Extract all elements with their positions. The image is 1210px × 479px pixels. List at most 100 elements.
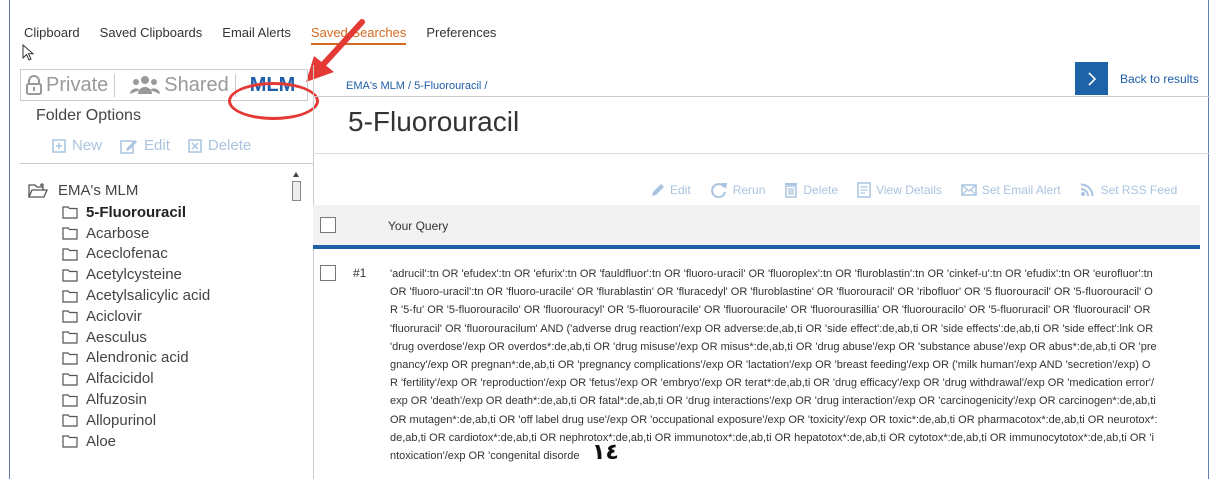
back-to-results-button[interactable]: Back to results [1075, 62, 1199, 95]
tree-item[interactable]: Aciclovir [28, 306, 288, 327]
folder-icon [62, 227, 78, 240]
folder-icon [62, 393, 78, 407]
tree-item[interactable]: Acarbose [28, 223, 288, 244]
set-rss-feed-label: Set RSS Feed [1100, 183, 1178, 197]
tree-item[interactable]: Alfacicidol [28, 368, 288, 389]
delete-box-icon [188, 138, 202, 153]
tree-item[interactable]: Aloe [28, 431, 288, 452]
set-email-alert-label: Set Email Alert [981, 183, 1061, 197]
divider [313, 153, 1210, 154]
tree-item-label: Acetylcysteine [86, 266, 182, 284]
refresh-icon [710, 183, 727, 198]
envelope-icon [961, 184, 977, 196]
edit-query-label: Edit [670, 183, 691, 197]
query-toolbar: Edit Rerun Delete View Details Set Email… [651, 182, 1196, 198]
top-nav: Clipboard Saved Clipboards Email Alerts … [24, 25, 516, 45]
rerun-button[interactable]: Rerun [710, 182, 766, 198]
tree-item[interactable]: Aceclofenac [28, 244, 288, 265]
nav-clipboard[interactable]: Clipboard [24, 25, 80, 45]
overlay-mark: ١٤ [592, 440, 619, 465]
tree-item-label: Alendronic acid [86, 349, 189, 367]
nav-saved-clipboards[interactable]: Saved Clipboards [100, 25, 203, 45]
folder-icon [62, 310, 78, 323]
query-text: 'adrucil':tn OR 'efudex':tn OR 'efurix':… [390, 268, 1158, 463]
nav-email-alerts[interactable]: Email Alerts [222, 25, 291, 45]
pencil-icon [652, 184, 664, 196]
folder-icon [62, 352, 78, 365]
delete-query-label: Delete [803, 183, 839, 197]
table-header: Your Query [313, 205, 1200, 245]
folder-icon [62, 414, 78, 427]
edit-folder-button[interactable]: Edit [120, 137, 170, 154]
tree-item-label: 5-Fluorouracil [86, 203, 187, 221]
tree-item[interactable]: Alfuzosin [28, 389, 288, 410]
view-details-label: View Details [876, 183, 942, 197]
plus-box-icon [52, 138, 66, 153]
annotation-circle [228, 82, 319, 120]
folder-icon [62, 373, 78, 386]
tree-item-label: Acarbose [86, 224, 150, 242]
column-your-query: Your Query [388, 219, 449, 233]
set-email-alert-button[interactable]: Set Email Alert [961, 182, 1061, 198]
rerun-label: Rerun [732, 183, 766, 197]
trash-icon [785, 183, 798, 198]
tree-item-label: Acetylsalicylic acid [86, 287, 211, 305]
tree-item[interactable]: Acetylsalicylic acid [28, 285, 288, 306]
tab-private-label: Private [46, 73, 109, 96]
folder-icon [62, 289, 78, 303]
tree-item[interactable]: Acetylcysteine [28, 264, 288, 285]
tree-item-label: Allopurinol [86, 411, 157, 429]
header-underline [313, 245, 1200, 249]
tree-item[interactable]: Allopurinol [28, 410, 288, 431]
folder-open-icon [28, 183, 48, 198]
scroll-thumb[interactable] [291, 181, 301, 201]
row-number: #1 [353, 266, 367, 280]
select-all-checkbox[interactable] [320, 217, 336, 233]
tree-item[interactable]: Alendronic acid [28, 348, 288, 369]
users-icon [130, 76, 161, 94]
tab-shared-label: Shared [164, 73, 229, 96]
tree-item-label: Alfuzosin [86, 391, 147, 409]
tree-item-label: Alfacicidol [86, 370, 154, 388]
tree-item-label: Aciclovir [86, 307, 142, 325]
delete-folder-label: Delete [207, 137, 252, 154]
tab-private[interactable]: Private [25, 73, 116, 97]
rss-icon [1080, 183, 1094, 197]
page-title: 5-Fluorouracil [348, 106, 520, 137]
tree-item-label: Aloe [86, 432, 117, 450]
tree-item[interactable]: 5-Fluorouracil [28, 202, 288, 223]
scroll-up-icon[interactable] [293, 172, 299, 177]
tree-item[interactable]: Aesculus [28, 327, 288, 348]
new-folder-button[interactable]: New [52, 137, 102, 154]
folder-scrollbar[interactable] [290, 168, 302, 208]
edit-folder-label: Edit [144, 137, 170, 154]
tab-shared[interactable]: Shared [129, 73, 236, 97]
edit-icon [120, 139, 138, 154]
folder-icon [62, 248, 78, 261]
divider [313, 96, 1210, 97]
nav-preferences[interactable]: Preferences [426, 25, 496, 45]
chevron-right-icon[interactable] [1075, 62, 1108, 95]
lock-icon [26, 75, 42, 95]
folder-tree: EMA's MLM 5-Fluorouracil Acarbose Aceclofe… [28, 178, 288, 452]
breadcrumb[interactable]: EMA's MLM / 5-Fluorouracil / [346, 80, 487, 92]
view-details-button[interactable]: View Details [857, 182, 942, 198]
edit-query-button[interactable]: Edit [651, 182, 691, 198]
new-folder-label: New [72, 137, 103, 154]
folder-options-title: Folder Options [36, 107, 141, 124]
set-rss-feed-button[interactable]: Set RSS Feed [1080, 182, 1178, 198]
folder-actions: New Edit Delete [52, 137, 269, 154]
mouse-cursor-icon [22, 44, 35, 61]
folder-icon [62, 206, 78, 219]
folder-icon [62, 331, 78, 344]
delete-query-button[interactable]: Delete [784, 182, 838, 198]
row-checkbox[interactable] [320, 265, 336, 281]
back-to-results-label[interactable]: Back to results [1120, 72, 1199, 86]
folder-icon [62, 269, 78, 282]
tree-root[interactable]: EMA's MLM [28, 178, 288, 202]
tree-root-label: EMA's MLM [58, 181, 139, 199]
folder-icon [62, 435, 78, 448]
document-icon [857, 182, 871, 198]
vertical-divider [313, 65, 314, 479]
delete-folder-button[interactable]: Delete [188, 137, 251, 154]
